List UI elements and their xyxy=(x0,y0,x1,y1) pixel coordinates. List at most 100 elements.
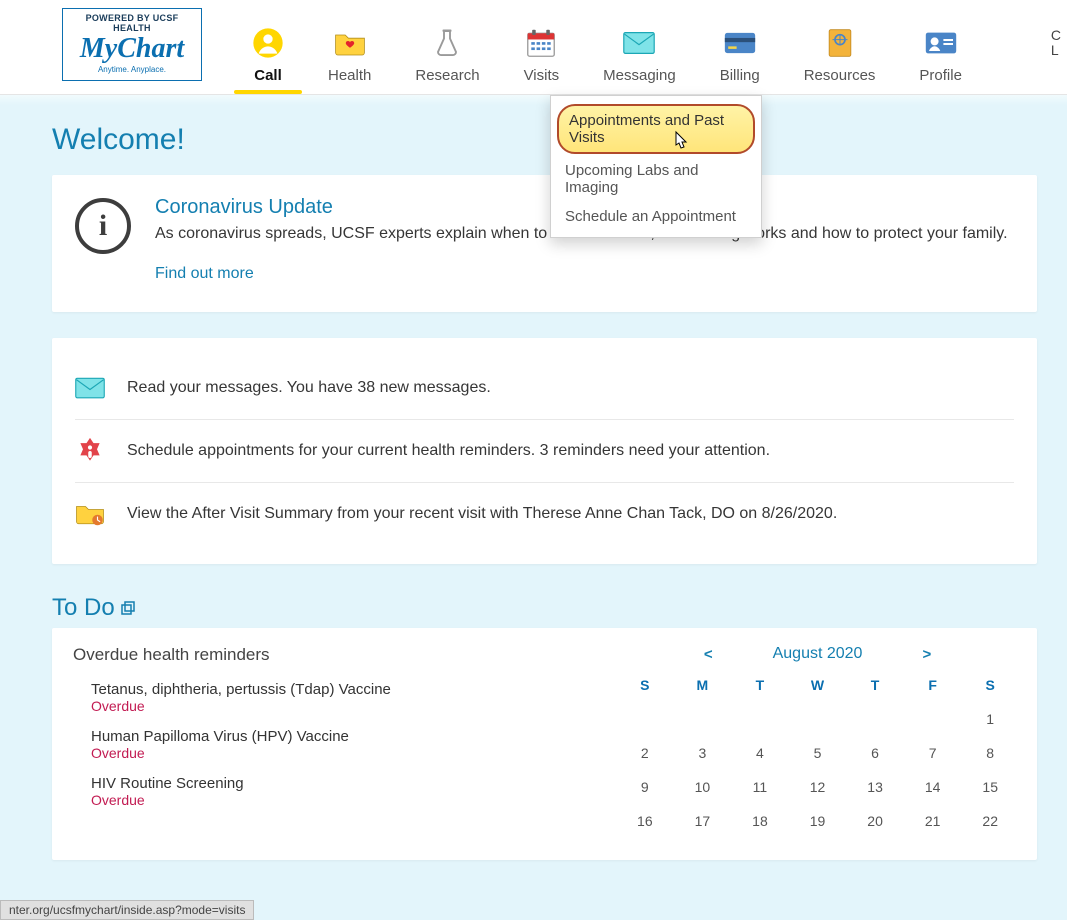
cal-dow-sat: S xyxy=(964,677,1016,693)
alert-messages[interactable]: Read your messages. You have 38 new mess… xyxy=(75,357,1014,420)
cal-day[interactable]: 4 xyxy=(734,745,786,761)
medical-alert-icon xyxy=(75,438,105,464)
reminder-hiv-title: HIV Routine Screening xyxy=(91,775,589,792)
person-icon xyxy=(252,27,284,59)
id-card-icon xyxy=(925,27,957,59)
page-body: Welcome! i Coronavirus Update As coronav… xyxy=(0,95,1067,920)
calendar-prev[interactable]: < xyxy=(704,646,713,663)
cal-day[interactable]: 9 xyxy=(619,779,671,795)
cal-empty: . xyxy=(734,711,786,727)
welcome-heading: Welcome! xyxy=(52,123,1037,157)
visits-dropdown: Appointments and Past Visits Upcoming La… xyxy=(550,95,762,238)
cal-day[interactable]: 15 xyxy=(964,779,1016,795)
cal-day[interactable]: 19 xyxy=(792,813,844,829)
calendar-next[interactable]: > xyxy=(922,646,931,663)
calendar: < August 2020 > S M T W T F S . . . . . … xyxy=(619,645,1016,829)
right-edge-text: C L xyxy=(1051,28,1061,59)
alert-reminders-text: Schedule appointments for your current h… xyxy=(127,442,770,460)
logo-main-text: MyChart xyxy=(73,35,191,63)
dropdown-appointments-past-visits[interactable]: Appointments and Past Visits xyxy=(557,104,755,154)
cal-day[interactable]: 11 xyxy=(734,779,786,795)
todo-heading: To Do xyxy=(52,594,1037,622)
cal-empty: . xyxy=(907,711,959,727)
reminders-heading: Overdue health reminders xyxy=(73,645,589,665)
logo-tagline: Anytime. Anyplace. xyxy=(73,65,191,74)
credit-card-icon xyxy=(724,27,756,59)
nav-profile-label: Profile xyxy=(919,67,962,84)
reminder-hiv-status: Overdue xyxy=(91,792,589,808)
right-edge-line2: L xyxy=(1051,43,1061,58)
cal-day[interactable]: 3 xyxy=(677,745,729,761)
nav-research-label: Research xyxy=(415,67,479,84)
cal-day[interactable]: 13 xyxy=(849,779,901,795)
top-navbar: POWERED BY UCSF HEALTH MyChart Anytime. … xyxy=(0,0,1067,95)
cal-day[interactable]: 22 xyxy=(964,813,1016,829)
reminder-hpv-status: Overdue xyxy=(91,745,589,761)
todo-card: Overdue health reminders Tetanus, diphth… xyxy=(52,628,1037,860)
nav-visits[interactable]: Visits xyxy=(524,27,560,94)
status-bar: nter.org/ucsfmychart/inside.asp?mode=vis… xyxy=(0,900,254,920)
cal-day[interactable]: 16 xyxy=(619,813,671,829)
logo[interactable]: POWERED BY UCSF HEALTH MyChart Anytime. … xyxy=(62,8,202,81)
nav-billing[interactable]: Billing xyxy=(720,27,760,94)
logo-powered-text: POWERED BY UCSF HEALTH xyxy=(73,13,191,33)
cal-dow-sun: S xyxy=(619,677,671,693)
cal-day[interactable]: 12 xyxy=(792,779,844,795)
cal-dow-wed: W xyxy=(792,677,844,693)
cal-day[interactable]: 1 xyxy=(964,711,1016,727)
coronavirus-update-card: i Coronavirus Update As coronavirus spre… xyxy=(52,175,1037,312)
reminder-hpv-title: Human Papilloma Virus (HPV) Vaccine xyxy=(91,728,589,745)
envelope-alert-icon xyxy=(75,375,105,401)
nav-active-underline xyxy=(234,90,302,94)
cal-dow-thu: T xyxy=(849,677,901,693)
cal-day[interactable]: 17 xyxy=(677,813,729,829)
find-out-more-link[interactable]: Find out more xyxy=(155,265,254,282)
nav-profile[interactable]: Profile xyxy=(919,27,962,94)
nav-messaging[interactable]: Messaging xyxy=(603,27,676,94)
nav-items: Call Health Research Visits Messaging xyxy=(252,8,1047,94)
cal-day[interactable]: 7 xyxy=(907,745,959,761)
cal-empty: . xyxy=(619,711,671,727)
popout-icon[interactable] xyxy=(121,601,135,615)
alert-avs[interactable]: View the After Visit Summary from your r… xyxy=(75,483,1014,545)
nav-call[interactable]: Call xyxy=(252,27,284,94)
cal-day[interactable]: 2 xyxy=(619,745,671,761)
reminder-hpv[interactable]: Human Papilloma Virus (HPV) Vaccine Over… xyxy=(73,722,589,769)
nav-visits-label: Visits xyxy=(524,67,560,84)
overdue-reminders: Overdue health reminders Tetanus, diphth… xyxy=(73,645,589,829)
cal-empty: . xyxy=(849,711,901,727)
cal-day[interactable]: 6 xyxy=(849,745,901,761)
flask-icon xyxy=(431,27,463,59)
cal-empty: . xyxy=(792,711,844,727)
nav-resources-label: Resources xyxy=(804,67,876,84)
dropdown-schedule-appointment[interactable]: Schedule an Appointment xyxy=(551,202,761,231)
cal-day[interactable]: 10 xyxy=(677,779,729,795)
reminder-hiv[interactable]: HIV Routine Screening Overdue xyxy=(73,769,589,816)
nav-research[interactable]: Research xyxy=(415,27,479,94)
envelope-icon xyxy=(623,27,655,59)
cal-day[interactable]: 14 xyxy=(907,779,959,795)
cal-day[interactable]: 5 xyxy=(792,745,844,761)
alert-reminders[interactable]: Schedule appointments for your current h… xyxy=(75,420,1014,483)
calendar-header: < August 2020 > xyxy=(619,645,1016,663)
info-icon: i xyxy=(75,198,131,254)
folder-heart-icon xyxy=(334,27,366,59)
cal-day[interactable]: 20 xyxy=(849,813,901,829)
cal-dow-tue: T xyxy=(734,677,786,693)
dropdown-upcoming-labs-imaging[interactable]: Upcoming Labs and Imaging xyxy=(551,156,761,202)
nav-health-label: Health xyxy=(328,67,371,84)
reminder-tdap[interactable]: Tetanus, diphtheria, pertussis (Tdap) Va… xyxy=(73,675,589,722)
right-edge-line1: C xyxy=(1051,28,1061,43)
book-icon xyxy=(824,27,856,59)
nav-call-label: Call xyxy=(254,67,282,84)
cal-empty: . xyxy=(677,711,729,727)
nav-health[interactable]: Health xyxy=(328,27,371,94)
cal-day[interactable]: 21 xyxy=(907,813,959,829)
alert-avs-text: View the After Visit Summary from your r… xyxy=(127,505,837,523)
calendar-grid: S M T W T F S . . . . . . 1 2 3 4 5 6 7 xyxy=(619,677,1016,829)
nav-resources[interactable]: Resources xyxy=(804,27,876,94)
folder-clock-icon xyxy=(75,501,105,527)
cal-day[interactable]: 8 xyxy=(964,745,1016,761)
cal-day[interactable]: 18 xyxy=(734,813,786,829)
reminder-tdap-status: Overdue xyxy=(91,698,589,714)
